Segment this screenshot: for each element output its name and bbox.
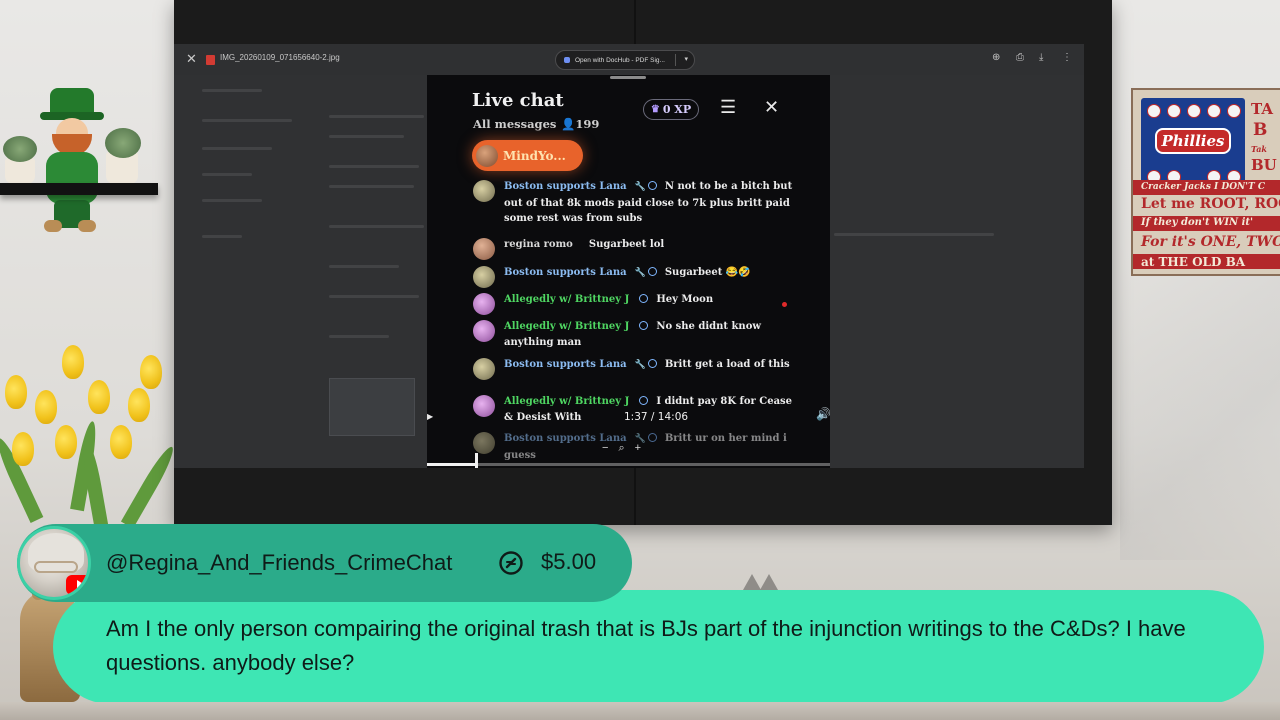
live-chat-title: Live chat [472,90,564,111]
person-icon: 👤 [561,117,576,131]
open-with-button[interactable]: Open with DocHub - PDF Sig... ▾ [555,50,695,70]
chat-author: Boston supports Lana [504,181,627,192]
superchat-avatar [17,526,91,600]
chat-author: Boston supports Lana [504,267,627,278]
volume-icon: 🔊 [816,407,830,421]
zoom-out-icon: − [602,442,609,454]
verified-badge-icon [647,359,657,368]
succulent-right [105,128,141,158]
verified-badge-icon [639,294,649,303]
video-progress-bar [427,453,830,468]
avatar [473,395,495,417]
wall-light-shadow [1120,260,1280,560]
chat-author: Allegedly w/ Brittney J [504,396,630,407]
moderator-wrench-icon: 🔧 [634,360,646,370]
pinned-member: MindYo... [472,140,583,171]
cat-ear-right [760,574,778,590]
superchat-text: Am I the only person compairing the orig… [106,616,1186,675]
dochub-icon [564,57,570,63]
viewer-count: 👤199 [561,117,600,131]
settings-sliders-icon: ☰ [720,97,737,117]
avatar [473,180,495,202]
avatar [473,266,495,288]
play-icon: ▶ [427,412,434,421]
avatar [473,432,495,454]
faded-thumbnail [329,378,415,436]
drag-handle [610,76,646,79]
moderator-wrench-icon: 🔧 [634,182,646,192]
verified-badge-icon [639,396,649,405]
avatar [473,238,495,260]
close-icon[interactable]: ✕ [186,51,197,67]
moderator-wrench-icon: 🔧 [634,268,646,278]
magnifier-icon: ⌕ [618,442,625,454]
chat-author: Allegedly w/ Brittney J [504,294,630,305]
progress-handle [475,453,479,468]
tv-monitor: ✕ IMG_20260109_071656640-2.jpg Open with… [174,0,1112,525]
chat-filter: All messages [473,117,557,131]
succulent-left [3,136,37,162]
leprechaun-figurine [36,88,108,233]
video-timestamp: 1:37 / 14:06 [624,411,689,423]
file-name: IMG_20260109_071656640-2.jpg [220,53,340,62]
recording-dot [782,302,787,307]
download-icon[interactable]: ⤓ [1039,52,1043,63]
phillies-logo: Phillies [1155,128,1231,154]
phillies-wall-sign: Phillies TA B Tak BU Cracker Jacks I DON… [1131,88,1280,276]
verified-badge-icon [639,321,649,330]
superchat-amount: $5.00 [541,549,597,574]
superchat-username: @Regina_And_Friends_CrimeChat [106,550,453,575]
close-chat-icon: ✕ [764,97,780,117]
image-viewer-toolbar: ✕ IMG_20260109_071656640-2.jpg Open with… [174,44,1084,75]
zoom-in-icon: + [634,442,642,454]
chat-text: Sugarbeet 😂🤣 [664,267,751,278]
chat-author: Boston supports Lana [504,359,627,370]
chevron-down-icon[interactable]: ▾ [684,55,688,63]
crown-icon: ♛ [650,104,660,115]
table-edge [0,702,1280,720]
verified-badge-icon [647,433,657,442]
avatar [473,358,495,380]
chat-text: Hey Moon [656,294,714,305]
print-icon[interactable]: ⎙ [1016,52,1024,63]
verified-badge-icon [647,267,657,276]
cat-ear-left [743,574,761,590]
avatar [473,320,495,342]
live-chat-screenshot: Live chat All messages 👤199 ♛ 0 XP ☰ ✕ Mi… [427,75,830,468]
wall-shelf [0,183,158,195]
avatar [473,293,495,315]
tv-screen: ✕ IMG_20260109_071656640-2.jpg Open with… [174,44,1084,468]
youtube-icon [66,575,88,595]
tulip-bouquet [0,340,179,532]
verified-badge-icon [647,181,657,190]
chat-text: Sugarbeet lol [588,239,665,250]
image-file-icon [206,55,215,65]
superchat-icon [499,551,523,575]
chat-text: Britt get a load of this [664,359,790,370]
chat-author: regina romo [504,239,573,250]
xp-badge: ♛ 0 XP [643,99,699,120]
more-menu-icon[interactable]: ⋮ [1062,52,1072,63]
zoom-controls: − ⌕ + [602,442,641,455]
avatar [476,144,498,167]
drive-add-icon[interactable]: ⊕ [992,52,1000,63]
chat-author: Allegedly w/ Brittney J [504,321,630,332]
